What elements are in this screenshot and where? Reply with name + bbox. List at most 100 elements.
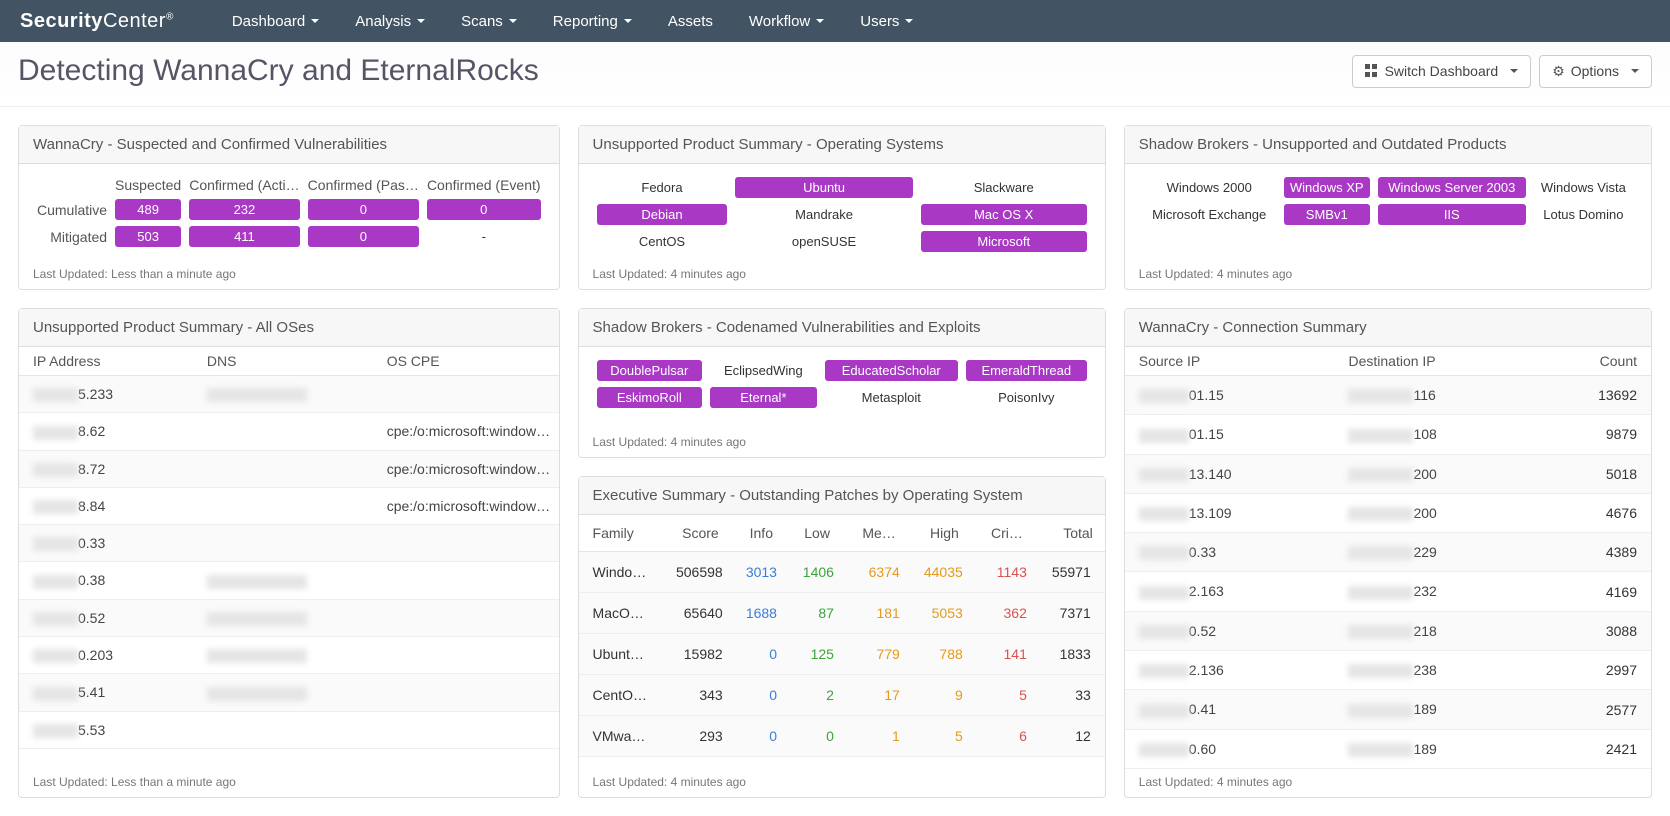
- panel-footer: Last Updated: 4 minutes ago: [1125, 769, 1651, 797]
- count-cell: 13692: [1537, 376, 1652, 415]
- score-cell: 293: [659, 715, 731, 756]
- options-label: Options: [1571, 63, 1619, 79]
- shadow-products-grid: Windows 2000 Windows XP Windows Server 200…: [1139, 174, 1637, 228]
- pill-cell[interactable]: SMBv1: [1284, 204, 1370, 225]
- nav-assets[interactable]: Assets: [650, 13, 731, 30]
- pill-cell[interactable]: Windows 2000: [1143, 177, 1276, 198]
- crit-cell: 362: [971, 592, 1035, 633]
- pill-cell[interactable]: openSUSE: [735, 231, 912, 252]
- nav-users[interactable]: Users: [842, 13, 931, 30]
- panel-wc-vulns: WannaCry - Suspected and Confirmed Vulne…: [18, 125, 560, 290]
- nav-analysis[interactable]: Analysis: [337, 13, 443, 30]
- pill-cell[interactable]: Windows Vista: [1534, 177, 1633, 198]
- pill-cell[interactable]: Metasploit: [825, 387, 958, 408]
- nav-reporting[interactable]: Reporting: [535, 13, 650, 30]
- count-cell: 9879: [1537, 415, 1652, 454]
- nav-workflow[interactable]: Workflow: [731, 13, 842, 30]
- nav-dashboard[interactable]: Dashboard: [214, 13, 337, 30]
- pill-cell[interactable]: 0: [308, 199, 419, 220]
- pill-cell[interactable]: Windows XP: [1284, 177, 1370, 198]
- pill-cell[interactable]: Fedora: [597, 177, 728, 198]
- table-row[interactable]: xxxx0.41xxxx1892577: [1125, 690, 1651, 729]
- switch-dashboard-button[interactable]: Switch Dashboard: [1352, 55, 1532, 88]
- med-cell: 779: [842, 633, 908, 674]
- pill-cell[interactable]: Lotus Domino: [1534, 204, 1633, 225]
- family-cell: Windo…: [579, 551, 659, 592]
- table-row[interactable]: VMwa…2930015612: [579, 715, 1105, 756]
- table-row[interactable]: xxxx8.62cpe:/o:microsoft:windows_8::g…: [19, 413, 559, 450]
- nav-scans[interactable]: Scans: [443, 13, 535, 30]
- info-cell: 1688: [731, 592, 785, 633]
- total-cell: 33: [1035, 674, 1105, 715]
- pill-cell[interactable]: Ubuntu: [735, 177, 912, 198]
- brand-suffix: Center: [103, 10, 166, 32]
- table-row[interactable]: xxxx8.72cpe:/o:microsoft:windows_8::g…: [19, 450, 559, 487]
- table-row[interactable]: Ubunt…1598201257797881411833: [579, 633, 1105, 674]
- pill-cell[interactable]: Eternal*: [710, 387, 817, 408]
- pill-cell[interactable]: Windows Server 2003: [1378, 177, 1526, 198]
- info-cell: 0: [731, 674, 785, 715]
- low-cell: 2: [785, 674, 842, 715]
- pill-cell[interactable]: 411: [189, 226, 299, 247]
- table-row[interactable]: xxxx2.136xxxx2382997: [1125, 651, 1651, 690]
- chevron-down-icon: [417, 19, 425, 23]
- pill-cell[interactable]: Microsoft: [921, 231, 1087, 252]
- pill-cell[interactable]: 0: [308, 226, 419, 247]
- table-row[interactable]: xxxx0.52redacted-host: [19, 599, 559, 636]
- table-row[interactable]: xxxx2.163xxxx2324169: [1125, 572, 1651, 611]
- table-row[interactable]: xxxx0.203redacted-host: [19, 637, 559, 674]
- pill-cell[interactable]: EducatedScholar: [825, 360, 958, 381]
- table-row[interactable]: xxxx0.52xxxx2183088: [1125, 611, 1651, 650]
- pill-cell[interactable]: Mac OS X: [921, 204, 1087, 225]
- table-row[interactable]: xxxx5.53: [19, 711, 559, 748]
- pill-cell[interactable]: DoublePulsar: [597, 360, 703, 381]
- table-row[interactable]: xxxx5.41redacted-host: [19, 674, 559, 711]
- pill-cell[interactable]: IIS: [1378, 204, 1526, 225]
- conn-summary-table: Source IPDestination IPCountxxxx01.15xxx…: [1125, 347, 1651, 769]
- nav-items: DashboardAnalysisScansReportingAssetsWor…: [214, 13, 932, 30]
- pill-cell[interactable]: 489: [115, 199, 181, 220]
- col-header: Destination IP: [1340, 347, 1536, 376]
- pill-cell[interactable]: EmeraldThread: [966, 360, 1087, 381]
- col-header: Source IP: [1125, 347, 1341, 376]
- dashboard-grid: WannaCry - Suspected and Confirmed Vulne…: [0, 107, 1670, 816]
- table-row[interactable]: xxxx01.15xxxx11613692: [1125, 376, 1651, 415]
- table-row[interactable]: xxxx13.109xxxx2004676: [1125, 493, 1651, 532]
- table-row[interactable]: xxxx5.233redacted-host: [19, 376, 559, 413]
- pill-cell[interactable]: -: [427, 226, 541, 247]
- table-row[interactable]: xxxx01.15xxxx1089879: [1125, 415, 1651, 454]
- table-row[interactable]: Windo…50659830131406637444035114355971: [579, 551, 1105, 592]
- panel-footer: Last Updated: Less than a minute ago: [19, 261, 559, 289]
- pill-cell[interactable]: 0: [427, 199, 541, 220]
- page-title: Detecting WannaCry and EternalRocks: [18, 54, 539, 88]
- table-row[interactable]: xxxx0.38redacted-host: [19, 562, 559, 599]
- table-row[interactable]: xxxx0.60xxxx1892421: [1125, 729, 1651, 768]
- pill-cell[interactable]: Microsoft Exchange: [1143, 204, 1276, 225]
- pill-cell[interactable]: Debian: [597, 204, 728, 225]
- chevron-down-icon: [311, 19, 319, 23]
- col-header: Count: [1537, 347, 1652, 376]
- unsup-os-grid: Fedora Ubuntu Slackware Debian Mandrake Mac O…: [593, 174, 1091, 255]
- table-row[interactable]: CentO…34302179533: [579, 674, 1105, 715]
- pill-cell[interactable]: 503: [115, 226, 181, 247]
- shadow-exploits-grid: DoublePulsar EclipsedWing EducatedScholar E…: [593, 357, 1091, 411]
- pill-cell[interactable]: CentOS: [597, 231, 728, 252]
- pill-cell[interactable]: 232: [189, 199, 299, 220]
- med-cell: 181: [842, 592, 908, 633]
- table-row[interactable]: xxxx0.33xxxx2294389: [1125, 533, 1651, 572]
- pill-cell[interactable]: Slackware: [921, 177, 1087, 198]
- pill-cell[interactable]: EskimoRoll: [597, 387, 703, 408]
- count-cell: 2577: [1537, 690, 1652, 729]
- gear-icon: [1552, 63, 1565, 80]
- table-row[interactable]: MacO…6564016888718150533627371: [579, 592, 1105, 633]
- count-cell: 5018: [1537, 454, 1652, 493]
- table-row[interactable]: xxxx13.140xxxx2005018: [1125, 454, 1651, 493]
- options-button[interactable]: Options: [1539, 55, 1652, 88]
- pill-cell[interactable]: EclipsedWing: [710, 360, 817, 381]
- table-row[interactable]: xxxx0.33: [19, 525, 559, 562]
- page-header: Detecting WannaCry and EternalRocks Swit…: [0, 42, 1670, 107]
- high-cell: 44035: [908, 551, 971, 592]
- pill-cell[interactable]: PoisonIvy: [966, 387, 1087, 408]
- table-row[interactable]: xxxx8.84cpe:/o:microsoft:windows_8::g…: [19, 487, 559, 524]
- pill-cell[interactable]: Mandrake: [735, 204, 912, 225]
